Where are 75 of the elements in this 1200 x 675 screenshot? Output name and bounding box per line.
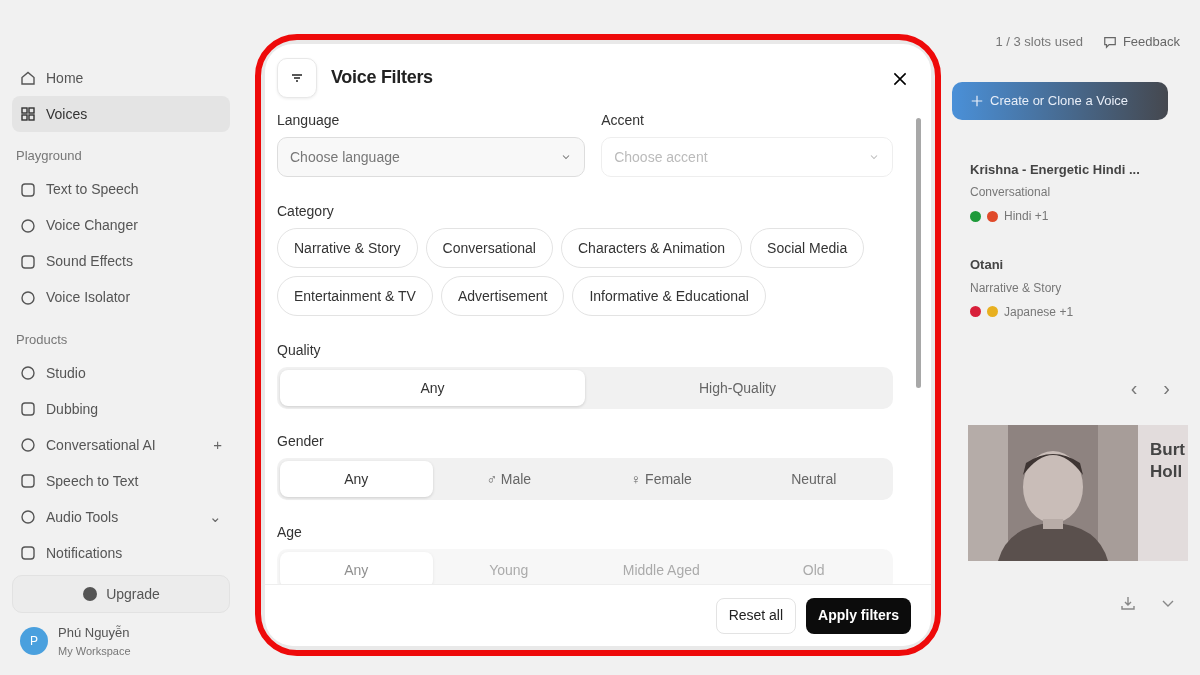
circle-icon	[82, 586, 99, 602]
category-chip[interactable]: Social Media	[750, 228, 865, 268]
category-chip[interactable]: Entertainment & TV	[277, 276, 433, 316]
square-icon	[20, 473, 36, 489]
category-chip[interactable]: Conversational	[425, 228, 553, 268]
segment-option[interactable]: Any	[280, 461, 433, 497]
sidebar-item[interactable]: Home	[12, 60, 230, 96]
voice-name: Krishna - Energetic Hindi ...	[970, 160, 1141, 179]
upgrade-button[interactable]: Upgrade	[12, 575, 230, 613]
plus-icon	[970, 93, 984, 108]
square-icon	[20, 401, 36, 417]
field-label: Language	[277, 111, 341, 130]
square-icon	[20, 545, 36, 561]
voice-language: Hindi +1	[1004, 208, 1049, 225]
download-icon	[1120, 595, 1136, 612]
reset-button[interactable]: Reset all	[715, 597, 797, 634]
square-icon	[20, 181, 36, 198]
select-field[interactable]: Choose language	[277, 137, 586, 177]
create-voice-button[interactable]: Create or Clone a Voice	[952, 81, 1168, 120]
previous-button[interactable]: ‹	[1130, 372, 1138, 403]
voice-name: Otani	[970, 256, 1005, 274]
category-chip[interactable]: Narrative & Story	[277, 228, 418, 268]
square-icon	[20, 253, 36, 270]
segment-option[interactable]: ♂ Male	[432, 461, 585, 497]
sidebar-item[interactable]: Audio Tools ⌄	[12, 499, 230, 535]
sidebar-item[interactable]: Speech to Text	[12, 463, 230, 499]
field-label: Gender	[277, 432, 325, 451]
category-chip[interactable]: Informative & Educational	[572, 276, 766, 316]
grid-icon	[20, 106, 36, 122]
circle-icon	[20, 365, 36, 381]
trail-icon: +	[213, 433, 222, 457]
field-label: Category	[277, 202, 335, 221]
sidebar-item[interactable]: Dubbing	[12, 391, 230, 427]
segment-option[interactable]: ♀ Female	[585, 461, 738, 497]
segment-option[interactable]: Any	[280, 370, 585, 406]
circle-icon	[20, 289, 36, 306]
user-menu[interactable]: P Phú Nguyễn My Workspace	[12, 613, 230, 665]
speech-bubble-icon	[1102, 34, 1117, 49]
sidebar-item[interactable]: Voice Isolator	[12, 279, 230, 316]
segment-option[interactable]: High-Quality	[585, 370, 890, 406]
section-heading: Playground	[15, 147, 83, 165]
category-chip[interactable]: Advertisement	[440, 276, 565, 316]
card-title-line: Burt	[1150, 438, 1185, 461]
sidebar-item[interactable]: Voices	[12, 96, 230, 132]
sidebar-item[interactable]: Text to Speech	[12, 171, 230, 208]
house-icon	[20, 70, 36, 86]
apply-button[interactable]: Apply filters	[806, 597, 911, 634]
user-avatar: P	[20, 627, 48, 655]
sidebar-item[interactable]: Studio	[12, 355, 230, 391]
dialog-title: Voice Filters	[331, 67, 433, 89]
sidebar-item[interactable]: Conversational AI +	[12, 427, 230, 463]
filter-button[interactable]	[277, 58, 317, 98]
field-label: Quality	[277, 341, 322, 360]
card-title-line: Holl	[1150, 460, 1184, 483]
segment-option[interactable]: Neutral	[737, 461, 890, 497]
feedback-button[interactable]: Feedback	[1094, 28, 1188, 56]
next-button[interactable]: ›	[1163, 372, 1170, 403]
category-chip[interactable]: Characters & Animation	[561, 228, 743, 268]
circle-icon	[20, 437, 36, 453]
field-label: Age	[277, 523, 303, 542]
circle-icon	[20, 217, 36, 234]
sidebar-item[interactable]: Sound Effects	[12, 243, 230, 280]
voice-language: Japanese +1	[1004, 303, 1074, 321]
workspace-name: My Workspace	[58, 643, 131, 659]
slots-counter: 1 / 3 slots used	[995, 33, 1083, 51]
sidebar-item[interactable]: Voice Changer	[12, 207, 230, 244]
user-name: Phú Nguyễn	[58, 624, 131, 642]
voice-category: Narrative & Story	[970, 279, 1063, 297]
trail-icon: ⌄	[209, 505, 222, 529]
sidebar-item[interactable]: Notifications	[12, 535, 230, 571]
circle-icon	[20, 509, 36, 525]
field-label: Accent	[601, 111, 645, 130]
section-heading: Products	[15, 330, 69, 349]
voice-category: Conversational	[970, 184, 1052, 201]
voice-card[interactable]: Burt Holl	[968, 424, 1188, 561]
